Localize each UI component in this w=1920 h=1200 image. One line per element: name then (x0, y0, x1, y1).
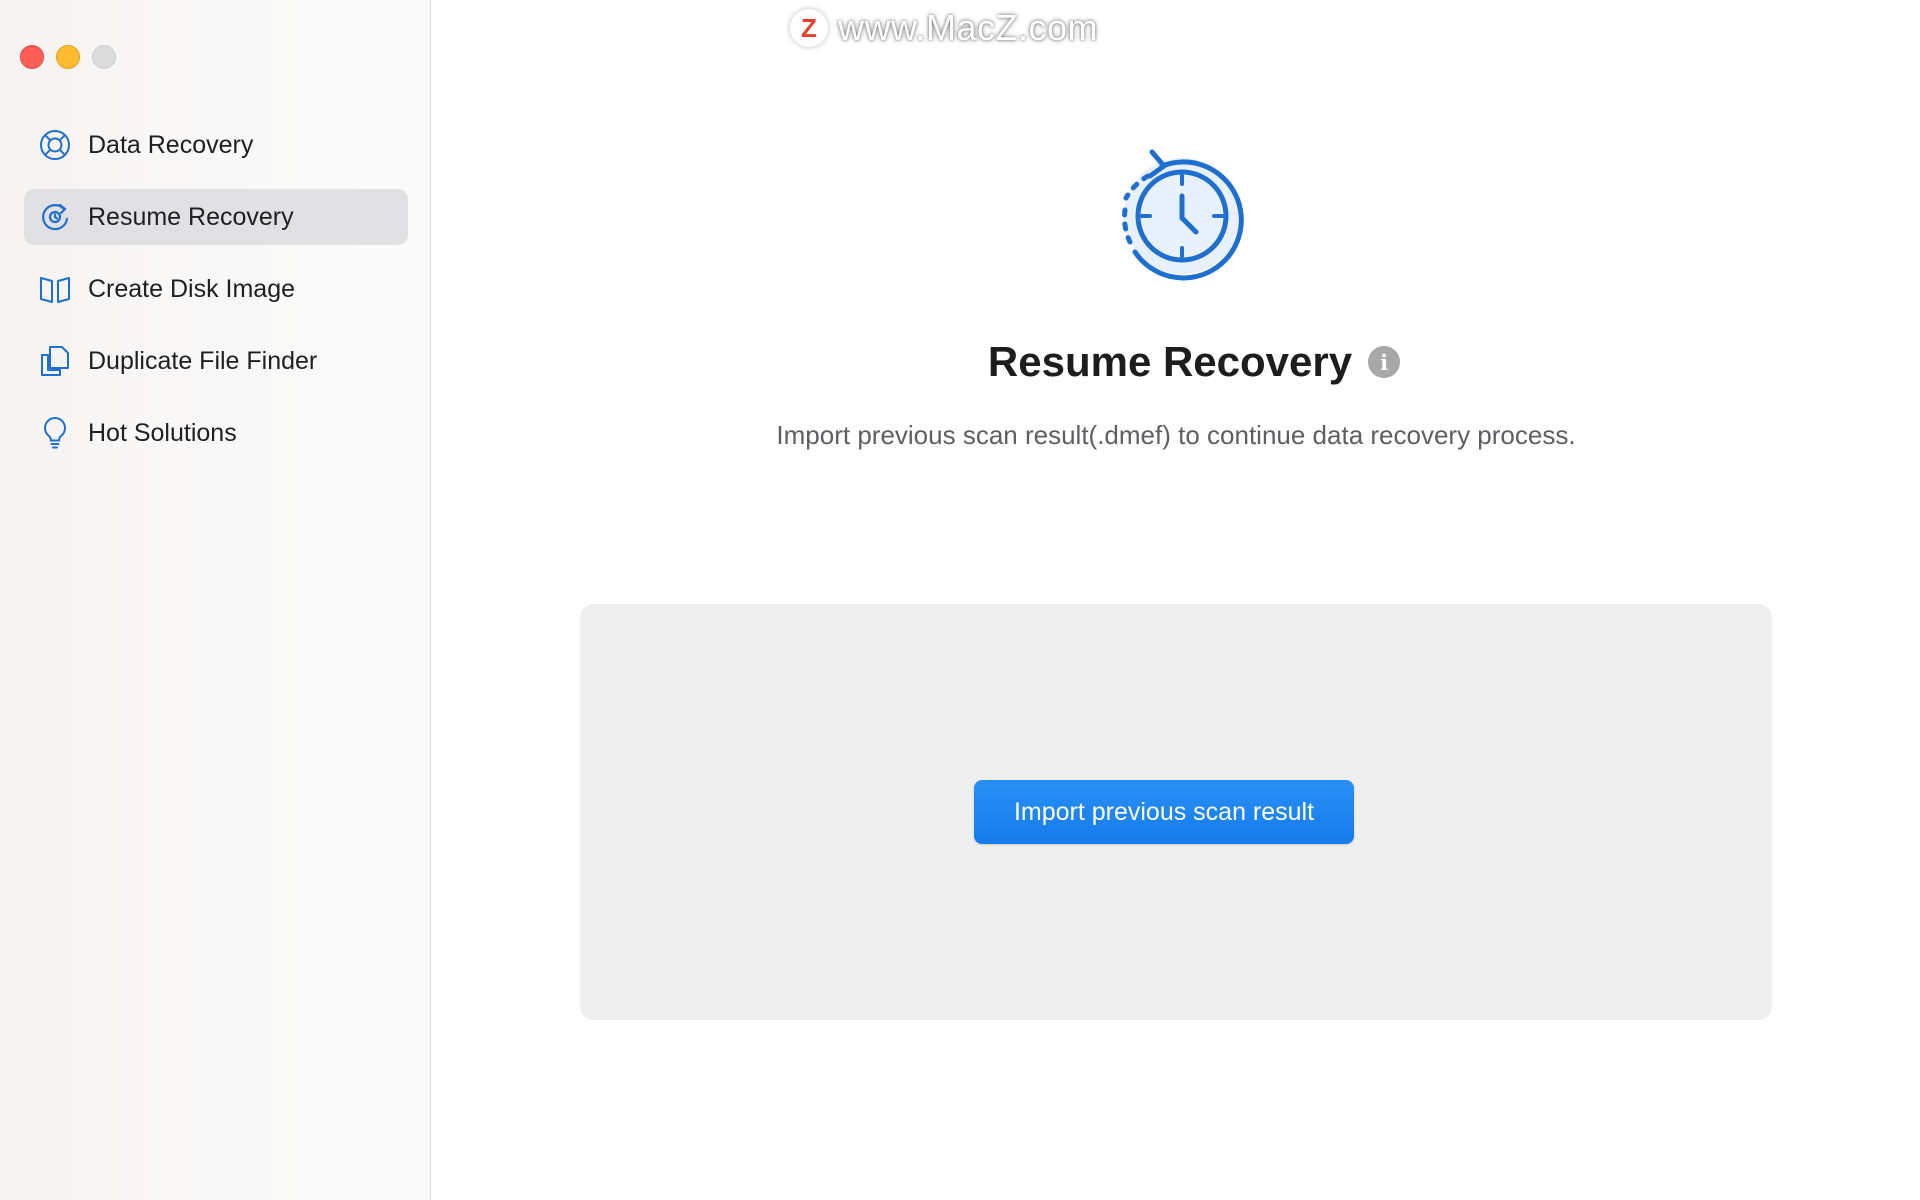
resume-clock-icon (1122, 149, 1244, 281)
sidebar-item-create-disk-image[interactable]: Create Disk Image (24, 261, 408, 317)
page-title: Resume Recovery (987, 338, 1353, 385)
sidebar-item-label: Hot Solutions (88, 418, 237, 447)
disk-image-icon (38, 272, 72, 306)
lightbulb-icon (38, 416, 72, 450)
sidebar-item-hot-solutions[interactable]: Hot Solutions (24, 405, 408, 461)
info-icon[interactable]: i (1368, 346, 1401, 378)
close-window-button[interactable] (20, 45, 44, 69)
duplicate-file-icon (38, 344, 72, 378)
import-scan-result-button[interactable]: Import previous scan result (974, 780, 1354, 844)
sidebar-item-data-recovery[interactable]: Data Recovery (24, 117, 408, 173)
zoom-window-button[interactable] (92, 45, 116, 69)
main-content: Resume Recovery i Import previous scan r… (432, 0, 1920, 1200)
sidebar-item-label: Create Disk Image (88, 274, 296, 303)
sidebar-item-label: Duplicate File Finder (88, 346, 318, 375)
sidebar-item-resume-recovery[interactable]: Resume Recovery (24, 189, 408, 245)
window-controls (20, 45, 116, 69)
sidebar-nav: Data Recovery Resume Recovery Create Dis… (24, 117, 408, 477)
minimize-window-button[interactable] (56, 45, 80, 69)
lifebuoy-icon (38, 128, 72, 162)
page-subtitle: Import previous scan result(.dmef) to co… (776, 420, 1576, 450)
sidebar-item-label: Data Recovery (88, 130, 254, 159)
sidebar-item-label: Resume Recovery (88, 202, 294, 231)
app-window: Data Recovery Resume Recovery Create Dis… (0, 0, 1920, 1200)
resume-icon (38, 200, 72, 234)
title-row: Resume Recovery i (432, 338, 1920, 386)
sidebar: Data Recovery Resume Recovery Create Dis… (0, 0, 431, 1200)
sidebar-item-duplicate-file-finder[interactable]: Duplicate File Finder (24, 333, 408, 389)
